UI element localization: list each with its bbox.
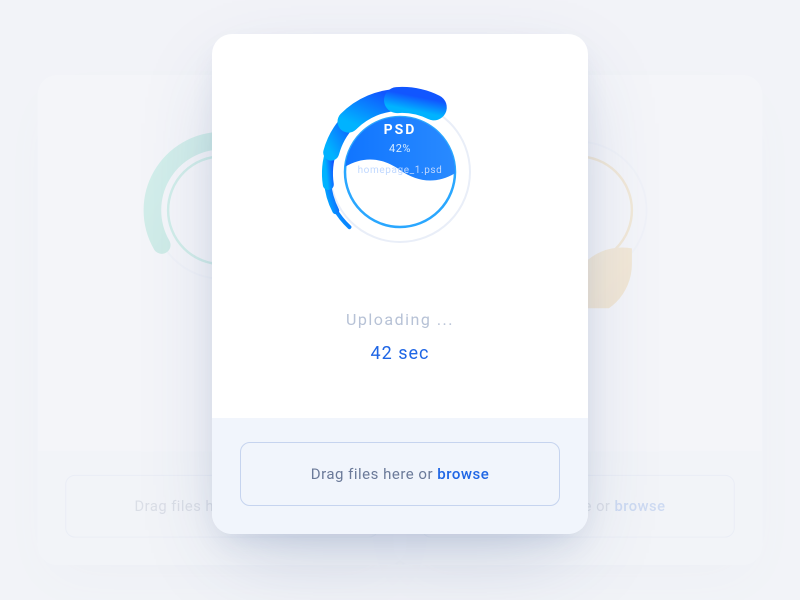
status-label: Uploading ... <box>346 310 454 329</box>
browse-link[interactable]: browse <box>437 465 489 483</box>
upload-card: PSD 42% homepage_1.psd Uploading ... 42 … <box>212 34 588 534</box>
progress-ring-icon <box>300 72 500 272</box>
dropzone[interactable]: Drag files here or browse <box>240 442 560 506</box>
progress-widget: PSD 42% homepage_1.psd <box>300 72 500 272</box>
drop-text: Drag files here or <box>311 465 438 483</box>
time-remaining: 42 sec <box>346 343 454 364</box>
